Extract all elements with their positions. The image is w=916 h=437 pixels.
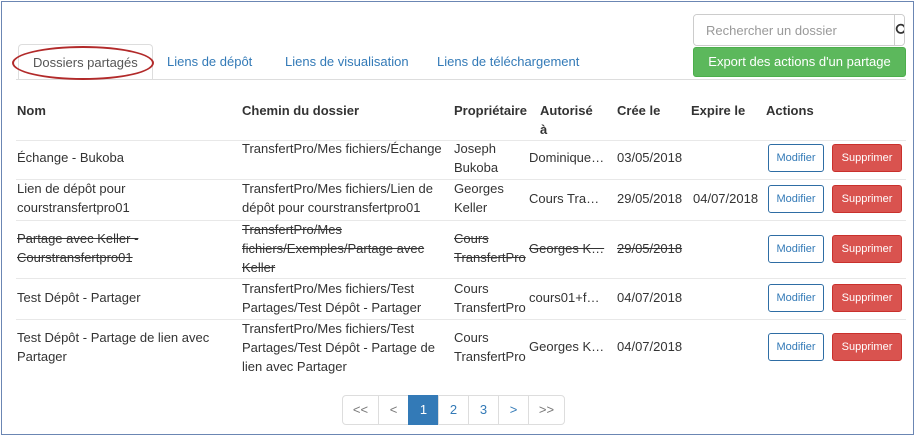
tab-dossiers-partages[interactable]: Dossiers partagés	[18, 44, 153, 80]
delete-button[interactable]: Supprimer	[832, 144, 902, 172]
cell-proprietaire: Georges Keller	[454, 181, 504, 215]
cell-nom: Test Dépôt - Partager	[17, 290, 141, 305]
col-header-autorise: Autorisé à	[540, 103, 593, 137]
modify-button[interactable]: Modifier	[768, 144, 824, 172]
search-button[interactable]	[894, 15, 904, 45]
col-header-nom: Nom	[17, 103, 46, 118]
pagination: << < 1 2 3 > >>	[342, 395, 565, 425]
tab-liens-de-depot[interactable]: Liens de dépôt	[153, 44, 271, 80]
cell-cree: 04/07/2018	[617, 290, 683, 305]
search-box	[693, 14, 905, 46]
page-next-button[interactable]: >	[498, 395, 529, 425]
page-frame: Export des actions d'un partage Dossiers…	[1, 1, 914, 435]
modify-button[interactable]: Modifier	[768, 333, 824, 361]
cell-autorise: cours01+f…	[529, 290, 600, 305]
cell-proprietaire: Cours TransfertPro	[454, 281, 526, 315]
modify-button[interactable]: Modifier	[768, 185, 824, 213]
modify-button[interactable]: Modifier	[768, 284, 824, 312]
delete-button[interactable]: Supprimer	[832, 235, 902, 263]
page-first-button[interactable]: <<	[342, 395, 379, 425]
col-header-cree: Crée le	[617, 103, 661, 118]
cell-chemin: TransfertPro/Mes fichiers/Test Partages/…	[242, 281, 422, 315]
cell-chemin: TransfertPro/Mes fichiers/Lien de dépôt …	[242, 181, 433, 215]
cell-nom: Partage avec Keller - Courstransfertpro0…	[17, 231, 139, 265]
search-input[interactable]	[694, 15, 894, 45]
row-divider	[16, 319, 906, 320]
page-2-button[interactable]: 2	[438, 395, 469, 425]
search-icon	[895, 23, 904, 34]
cell-proprietaire: Cours TransfertPro	[454, 231, 526, 265]
delete-button[interactable]: Supprimer	[832, 284, 902, 312]
page-1-button[interactable]: 1	[408, 395, 439, 425]
page-prev-button[interactable]: <	[378, 395, 409, 425]
col-header-proprietaire: Propriétaire	[454, 103, 527, 118]
cell-chemin: TransfertPro/Mes fichiers/Échange	[242, 141, 442, 156]
col-header-chemin: Chemin du dossier	[242, 103, 360, 118]
row-divider	[16, 220, 906, 221]
modify-button[interactable]: Modifier	[768, 235, 824, 263]
tab-liens-de-telechargement[interactable]: Liens de téléchargement	[423, 44, 593, 80]
cell-proprietaire: Cours TransfertPro	[454, 330, 526, 364]
cell-nom: Test Dépôt - Partage de lien avec Partag…	[17, 330, 210, 364]
tab-liens-de-visualisation[interactable]: Liens de visualisation	[271, 44, 423, 80]
cell-chemin: TransfertPro/Mes fichiers/Exemples/Parta…	[242, 222, 425, 275]
cell-nom: Lien de dépôt pour courstransfertpro01	[17, 181, 130, 215]
cell-cree: 03/05/2018	[617, 150, 683, 165]
cell-autorise: Georges K…	[529, 241, 605, 256]
col-header-actions: Actions	[766, 103, 814, 118]
page-last-button[interactable]: >>	[528, 395, 565, 425]
cell-expire: 04/07/2018	[693, 191, 759, 206]
cell-autorise: Dominique…	[529, 150, 605, 165]
cell-nom: Échange - Bukoba	[17, 150, 124, 165]
cell-autorise: Cours Tra…	[529, 191, 600, 206]
tabs-divider	[16, 79, 906, 80]
page-3-button[interactable]: 3	[468, 395, 499, 425]
export-actions-button[interactable]: Export des actions d'un partage	[693, 47, 906, 77]
cell-cree: 29/05/2018	[617, 191, 683, 206]
cell-autorise: Georges K…	[529, 339, 605, 354]
cell-cree: 04/07/2018	[617, 339, 683, 354]
tab-bar: Dossiers partagés Liens de dépôt Liens d…	[16, 44, 593, 80]
cell-proprietaire: Joseph Bukoba	[454, 141, 499, 175]
col-header-expire: Expire le	[691, 103, 746, 118]
cell-cree: 29/05/2018	[617, 241, 683, 256]
delete-button[interactable]: Supprimer	[832, 333, 902, 361]
delete-button[interactable]: Supprimer	[832, 185, 902, 213]
cell-chemin: TransfertPro/Mes fichiers/Test Partages/…	[242, 321, 435, 374]
